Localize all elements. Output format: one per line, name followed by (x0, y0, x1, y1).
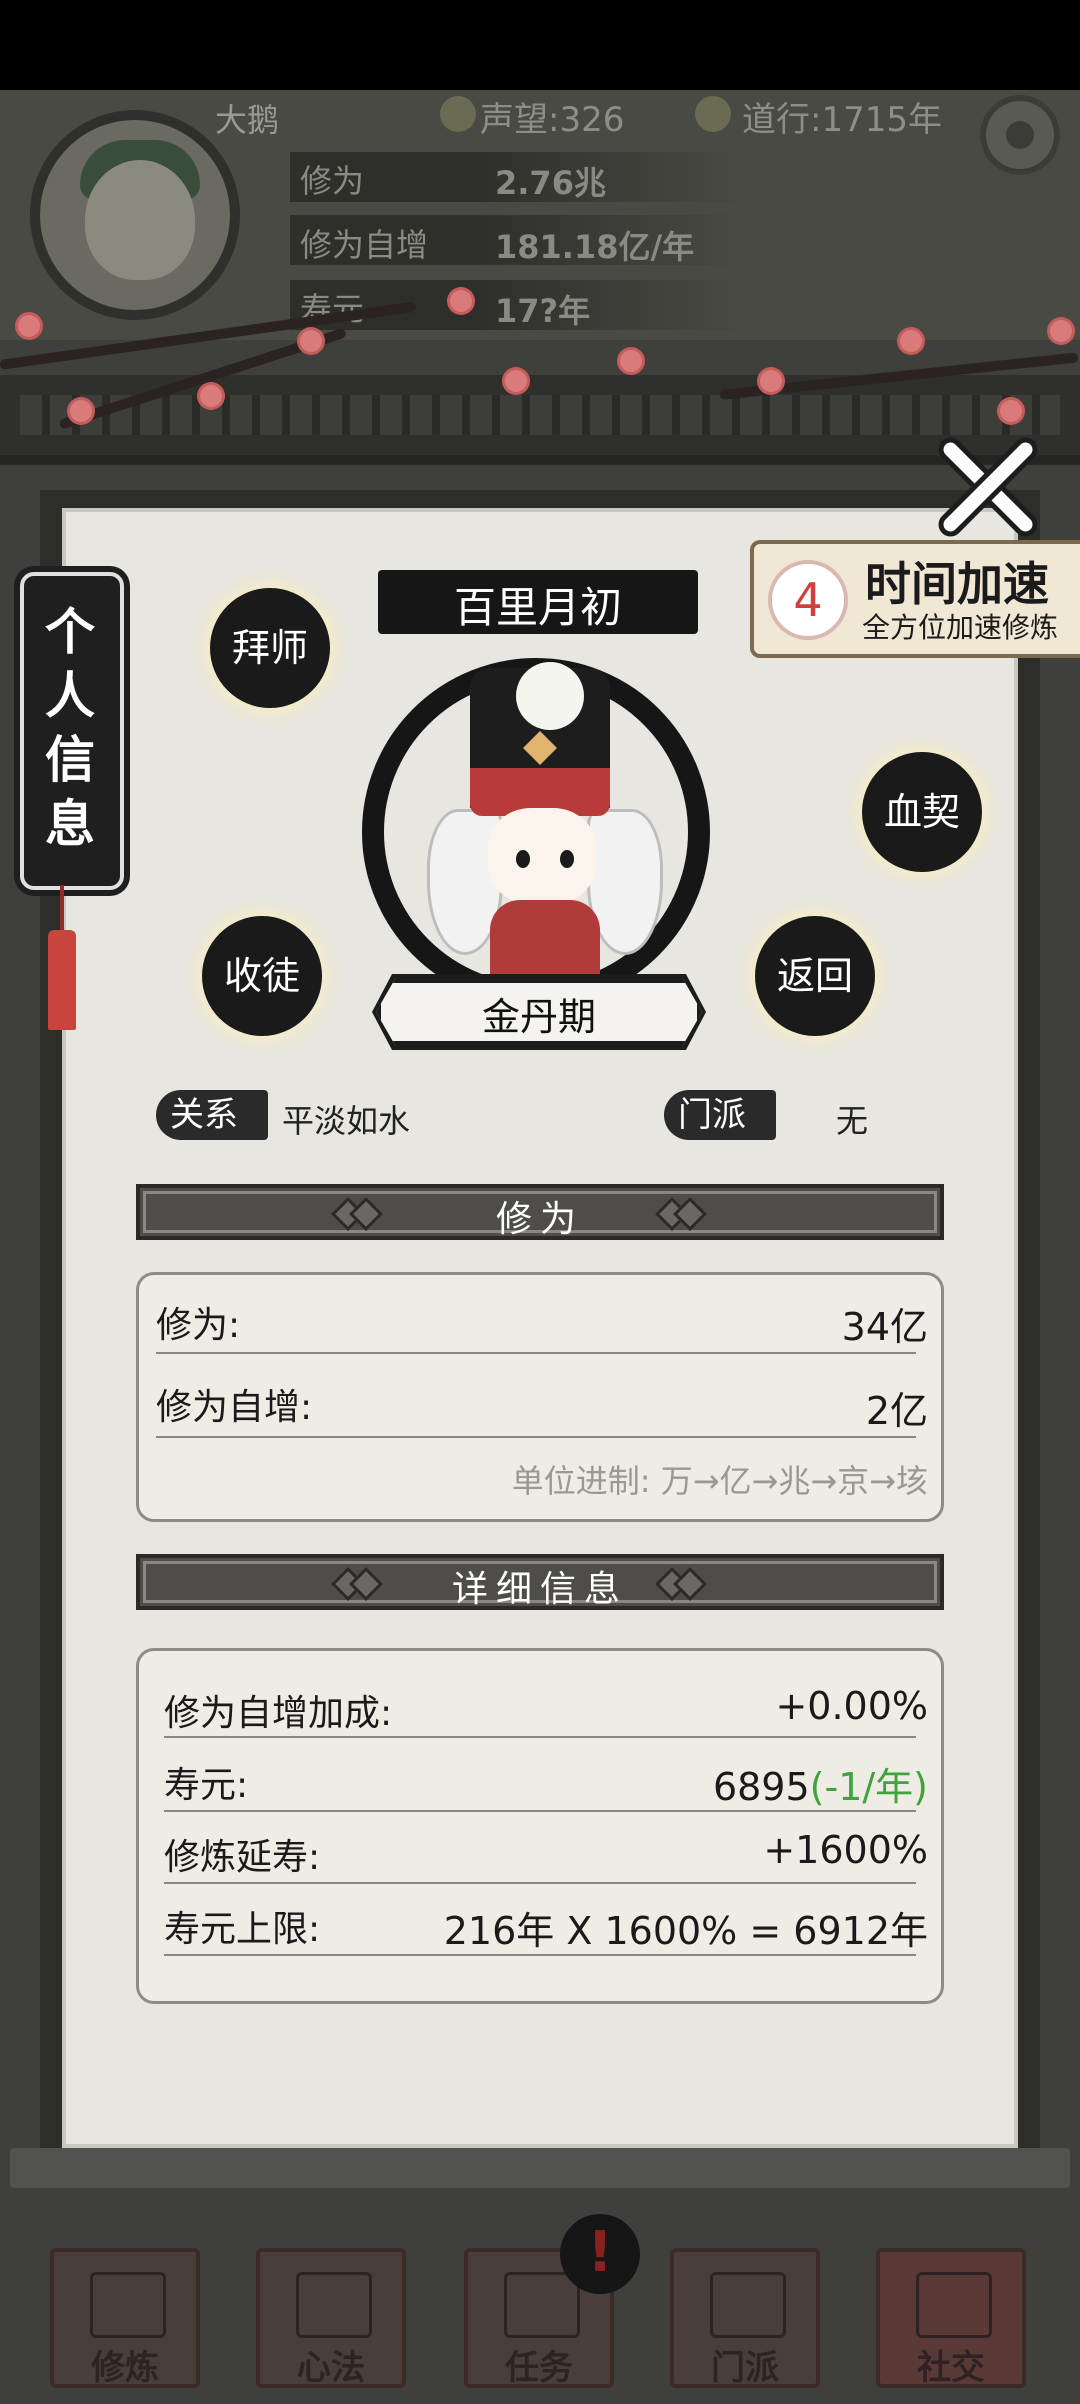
unit-note: 单位进制: 万→亿→兆→京→垓 (511, 1462, 928, 1500)
player-name: 大鹅 (215, 101, 280, 139)
header-row-value: 17?年 (495, 292, 591, 330)
sect-value: 无 (836, 1102, 869, 1140)
header-row-value: 2.76兆 (495, 164, 606, 202)
player-avatar[interactable] (30, 110, 240, 320)
cultivation-section-title: 修为 (495, 1199, 584, 1240)
header-row-label: 修为 (300, 162, 365, 200)
reputation-text: 声望:326 (480, 100, 625, 140)
blossom (620, 350, 642, 372)
header-row-label: 修为自增 (300, 226, 429, 264)
portrait-pompom (516, 662, 584, 730)
portrait-eye (560, 850, 574, 868)
row-divider (164, 1810, 916, 1812)
nav-label: 修炼 (91, 2348, 159, 2388)
realm-text: 金丹期 (481, 995, 596, 1039)
back-button[interactable]: 返回 (755, 916, 875, 1036)
blossom (300, 330, 322, 352)
blossom (1050, 320, 1072, 342)
details-section-title: 详细信息 (451, 1569, 628, 1610)
nav-cultivate[interactable]: 修炼 (50, 2248, 200, 2388)
accelerate-title: 时间加速 (865, 557, 1049, 611)
lifespan-change: (-1/年) (809, 1765, 928, 1809)
nav-label: 门派 (711, 2348, 779, 2388)
nav-label: 任务 (505, 2348, 573, 2388)
apprentice-master-button[interactable]: 拜师 (210, 588, 330, 708)
side-tab-label: 个人信息 (45, 603, 95, 853)
lifespan-cap-label: 寿元上限: (164, 1909, 321, 1950)
row-divider (164, 1736, 916, 1738)
tassel-cord (60, 885, 64, 935)
yinyang-icon (695, 96, 731, 132)
blossom (1000, 400, 1022, 422)
portrait-body (490, 900, 600, 980)
row-divider (164, 1882, 916, 1884)
character-name: 百里月初 (453, 583, 622, 632)
alert-icon (560, 2214, 640, 2294)
nav-label: 心法 (297, 2348, 365, 2388)
blood-pact-button[interactable]: 血契 (862, 752, 982, 872)
blossom (450, 290, 472, 312)
row-divider (156, 1436, 916, 1438)
longevity-value: +1600% (763, 1828, 928, 1872)
portrait-face (488, 808, 596, 904)
roof-tiles (20, 395, 1060, 435)
cultivate-icon (90, 2272, 166, 2338)
nav-label: 社交 (917, 2348, 985, 2388)
lifespan-value: 6895 (712, 1765, 810, 1809)
row-divider (164, 1954, 916, 1956)
header-row-value: 181.18亿/年 (495, 228, 695, 266)
blossom (900, 330, 922, 352)
nav-social[interactable]: 社交 (876, 2248, 1026, 2388)
portrait-hair (590, 812, 660, 952)
close-button[interactable] (928, 432, 1048, 542)
accelerate-subtitle: 全方位加速修炼 (862, 611, 1059, 644)
cultivation-growth-label: 修为自增: (156, 1387, 313, 1428)
scroll-icon (296, 2272, 372, 2338)
lifespan-value-wrap: 6895(-1/年) (713, 1756, 928, 1811)
sect-tag: 门派 (664, 1090, 776, 1140)
tassel (48, 930, 76, 1030)
blossom (70, 400, 92, 422)
cultivation-label: 修为: (156, 1305, 241, 1346)
gear-icon[interactable] (980, 95, 1060, 175)
lifespan-label: 寿元: (164, 1765, 249, 1806)
nav-methods[interactable]: 心法 (256, 2248, 406, 2388)
longevity-label: 修炼延寿: (164, 1837, 321, 1878)
growth-bonus-value: +0.00% (775, 1684, 928, 1728)
cultivation-value: 34亿 (841, 1305, 928, 1349)
blossom (18, 315, 40, 337)
avatar-face (85, 160, 195, 280)
nav-sect[interactable]: 门派 (670, 2248, 820, 2388)
blossom (760, 370, 782, 392)
lifespan-cap-value: 216年 X 1600% = 6912年 (443, 1909, 928, 1953)
portrait-eye (516, 850, 530, 868)
social-icon (916, 2272, 992, 2338)
relation-tag: 关系 (156, 1090, 268, 1140)
sect-icon (710, 2272, 786, 2338)
take-disciple-button[interactable]: 收徒 (202, 916, 322, 1036)
reputation-icon (440, 96, 476, 132)
relation-value: 平淡如水 (282, 1102, 411, 1140)
scroll-rod (10, 2148, 1070, 2188)
blossom (505, 370, 527, 392)
cultivation-growth-value: 2亿 (865, 1389, 928, 1433)
row-divider (156, 1352, 916, 1354)
blossom (200, 385, 222, 407)
accelerate-count-badge: 4 (768, 560, 848, 640)
growth-bonus-label: 修为自增加成: (164, 1693, 393, 1734)
daoxing-text: 道行:1715年 (742, 100, 942, 140)
